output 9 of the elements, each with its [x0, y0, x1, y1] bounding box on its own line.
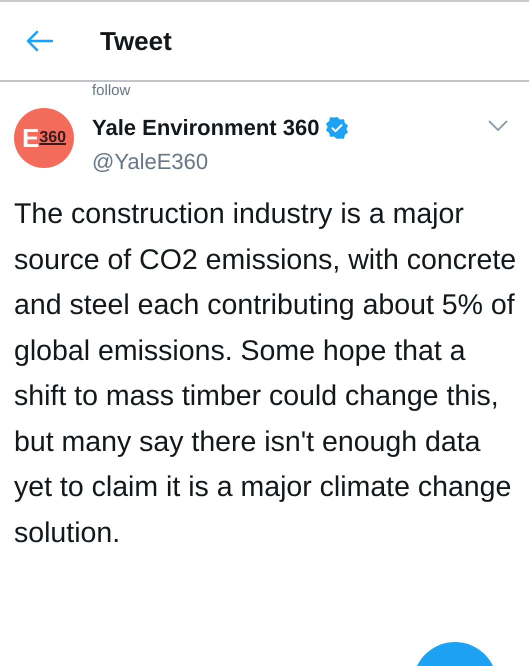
avatar-number: 360: [39, 130, 66, 146]
author-name[interactable]: Yale Environment 360: [92, 111, 320, 144]
context-text: follow: [92, 82, 130, 99]
back-arrow-icon[interactable]: [26, 30, 53, 52]
tweet-text: The construction industry is a major source of CO2 emissions, with concrete and steel each contributing about 5% of global emissions. Some hope that a shift to mass timber could change this, but many say there isn't enough data yet to claim it is a major climate change solution.: [13, 197, 518, 550]
chevron-down-icon[interactable]: [488, 120, 508, 132]
page-title: Tweet: [100, 24, 172, 58]
author-handle[interactable]: @YaleE360: [92, 145, 488, 178]
avatar-letter: E: [22, 125, 40, 151]
